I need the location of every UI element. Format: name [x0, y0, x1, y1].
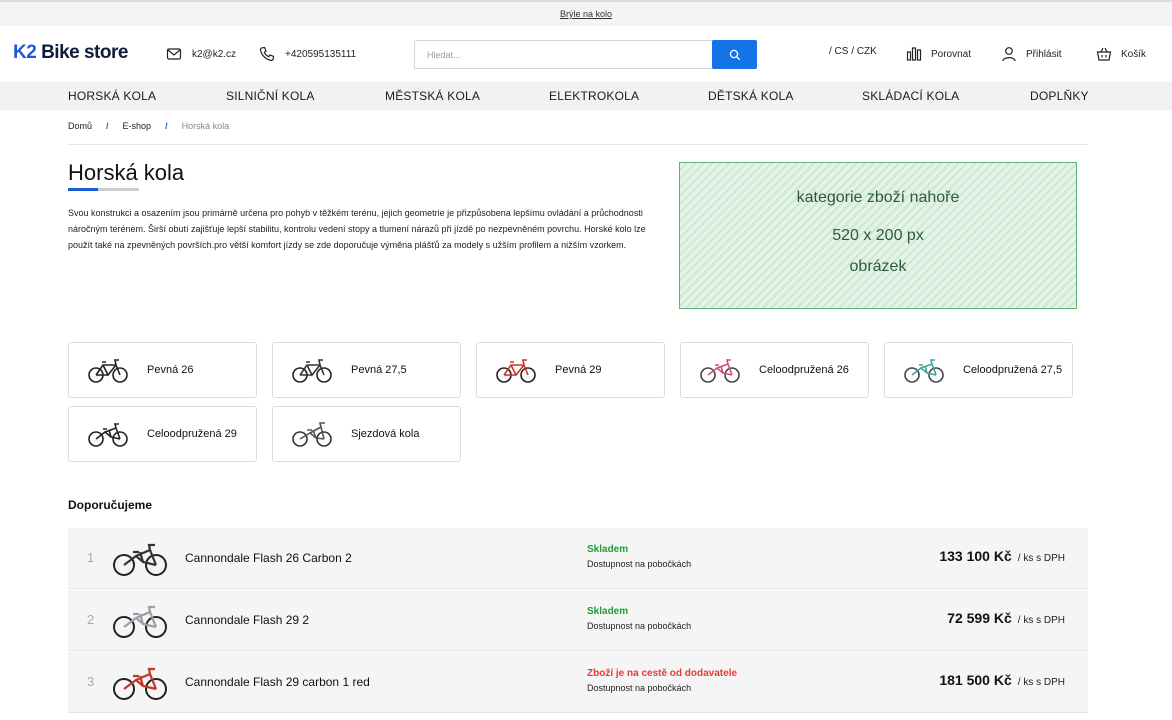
cart-button[interactable]: Košík — [1096, 46, 1146, 62]
availability-link[interactable]: Dostupnost na pobočkách — [587, 683, 691, 693]
page-title: Horská kola — [68, 160, 185, 185]
stock-status: Skladem — [587, 606, 629, 617]
logo[interactable]: K2 Bike store — [13, 42, 128, 64]
subcategory-card[interactable]: Sjezdová kola — [272, 406, 461, 462]
hardtail-bike-icon — [496, 359, 536, 383]
category-banner-placeholder: kategorie zboží nahoře 520 x 200 px obrá… — [679, 162, 1077, 309]
banner-line-1: kategorie zboží nahoře — [796, 189, 960, 206]
product-image[interactable] — [112, 540, 168, 577]
nav-item-silnicni-kola[interactable]: SILNIČNÍ KOLA — [226, 89, 315, 103]
breadcrumb-separator: / — [106, 121, 109, 131]
price-value: 72 599 Kč — [947, 610, 1012, 626]
subcategory-label: Pevná 26 — [147, 363, 194, 376]
search-icon — [729, 49, 740, 60]
mail-icon — [166, 48, 182, 60]
price-unit: / ks s DPH — [1017, 553, 1065, 564]
language-currency-text: / CS / CZK — [829, 46, 877, 57]
basket-icon — [1096, 47, 1112, 61]
nav-item-skladaci-kola[interactable]: SKLÁDACÍ KOLA — [862, 89, 959, 103]
breadcrumb-eshop[interactable]: E-shop — [123, 121, 152, 131]
subcategory-label: Celoodpružená 29 — [147, 427, 237, 440]
search-input[interactable] — [415, 41, 712, 68]
breadcrumb-home[interactable]: Domů — [68, 121, 92, 131]
divider — [68, 144, 1088, 145]
subcategory-label: Pevná 29 — [555, 363, 602, 376]
breadcrumb-current: Horská kola — [181, 121, 230, 131]
product-row[interactable]: 2 Cannondale Flash 29 2 Skladem Dostupno… — [68, 590, 1088, 651]
email-text: k2@k2.cz — [192, 48, 237, 60]
product-row[interactable]: 1 Cannondale Flash 26 Carbon 2 Skladem D… — [68, 528, 1088, 589]
price-unit: / ks s DPH — [1017, 615, 1065, 626]
availability-link[interactable]: Dostupnost na pobočkách — [587, 559, 691, 569]
login-label: Přihlásit — [1026, 48, 1062, 60]
category-description: Svou konstrukci a osazením jsou primárně… — [68, 208, 646, 250]
nav-item-detska-kola[interactable]: DĚTSKÁ KOLA — [708, 89, 794, 103]
product-rank: 2 — [87, 612, 95, 627]
product-image[interactable] — [112, 602, 168, 639]
breadcrumb: Domů / E-shop / Horská kola — [68, 121, 229, 131]
login-button[interactable]: Přihlásit — [1001, 46, 1062, 62]
title-underline — [68, 188, 139, 191]
subcategory-label: Sjezdová kola — [351, 427, 420, 440]
nav-item-elektrokola[interactable]: ELEKTROKOLA — [549, 89, 639, 103]
subcategory-card[interactable]: Pevná 29 — [476, 342, 665, 398]
top-promo-bar: Brýle na kolo — [0, 0, 1172, 26]
header: K2 Bike store k2@k2.cz +420595135111 / C… — [0, 26, 1172, 82]
banner-line-3: obrázek — [849, 258, 907, 275]
hardtail-bike-icon — [88, 359, 128, 383]
cart-label: Košík — [1121, 48, 1147, 60]
breadcrumb-separator: / — [165, 121, 168, 131]
subcategory-card[interactable]: Celoodpružená 29 — [68, 406, 257, 462]
product-name[interactable]: Cannondale Flash 26 Carbon 2 — [185, 551, 352, 565]
price-value: 181 500 Kč — [939, 672, 1012, 688]
phone-icon — [259, 46, 275, 62]
stock-status: Zboží je na cestě od dodavatele — [587, 668, 738, 679]
subcategory-card[interactable]: Pevná 27,5 — [272, 342, 461, 398]
main-nav: HORSKÁ KOLA SILNIČNÍ KOLA MĚSTSKÁ KOLA E… — [0, 82, 1172, 110]
logo-text: Bike store — [36, 42, 128, 63]
promo-link[interactable]: Brýle na kolo — [560, 9, 612, 19]
subcategory-card[interactable]: Celoodpružená 26 — [680, 342, 869, 398]
hardtail-bike-icon — [292, 359, 332, 383]
product-rank: 3 — [87, 674, 95, 689]
user-icon — [1002, 47, 1016, 62]
full-suspension-bike-icon — [700, 359, 740, 383]
product-image[interactable] — [112, 664, 168, 701]
product-price: 72 599 Kč / ks s DPH — [947, 610, 1065, 626]
compare-label: Porovnat — [931, 48, 972, 60]
product-price: 181 500 Kč / ks s DPH — [939, 672, 1065, 688]
phone-text: +420595135111 — [285, 48, 357, 60]
nav-item-horska-kola[interactable]: HORSKÁ KOLA — [68, 89, 156, 103]
downhill-bike-icon — [292, 422, 332, 447]
product-name[interactable]: Cannondale Flash 29 carbon 1 red — [185, 675, 370, 689]
full-suspension-bike-icon — [88, 423, 128, 447]
availability-link[interactable]: Dostupnost na pobočkách — [587, 621, 691, 631]
stock-status: Skladem — [587, 544, 629, 555]
language-currency-switch[interactable]: / CS / CZK — [829, 46, 877, 57]
logo-brand: K2 — [13, 42, 37, 63]
subcategory-label: Celoodpružená 26 — [759, 363, 849, 376]
compare-icon — [906, 47, 922, 61]
product-rank: 1 — [87, 550, 95, 565]
full-suspension-bike-icon — [904, 359, 944, 383]
product-row[interactable]: 3 Cannondale Flash 29 carbon 1 red Zboží… — [68, 652, 1088, 713]
phone-contact[interactable]: +420595135111 — [259, 46, 356, 62]
subcategory-card[interactable]: Celoodpružená 27,5 — [884, 342, 1073, 398]
subcategory-label: Pevná 27,5 — [351, 363, 407, 376]
product-name[interactable]: Cannondale Flash 29 2 — [185, 613, 309, 627]
price-unit: / ks s DPH — [1017, 677, 1065, 688]
search-box — [414, 40, 757, 69]
nav-item-doplnky[interactable]: DOPLŇKY — [1030, 89, 1089, 103]
subcategory-card[interactable]: Pevná 26 — [68, 342, 257, 398]
email-contact[interactable]: k2@k2.cz — [166, 46, 236, 62]
compare-button[interactable]: Porovnat — [906, 46, 971, 62]
nav-item-mestska-kola[interactable]: MĚSTSKÁ KOLA — [385, 89, 480, 103]
product-price: 133 100 Kč / ks s DPH — [939, 548, 1065, 564]
banner-line-2: 520 x 200 px — [832, 227, 924, 244]
subcategory-label: Celoodpružená 27,5 — [963, 363, 1063, 376]
recommended-heading: Doporučujeme — [68, 498, 153, 512]
price-value: 133 100 Kč — [939, 548, 1012, 564]
search-button[interactable] — [712, 40, 757, 69]
